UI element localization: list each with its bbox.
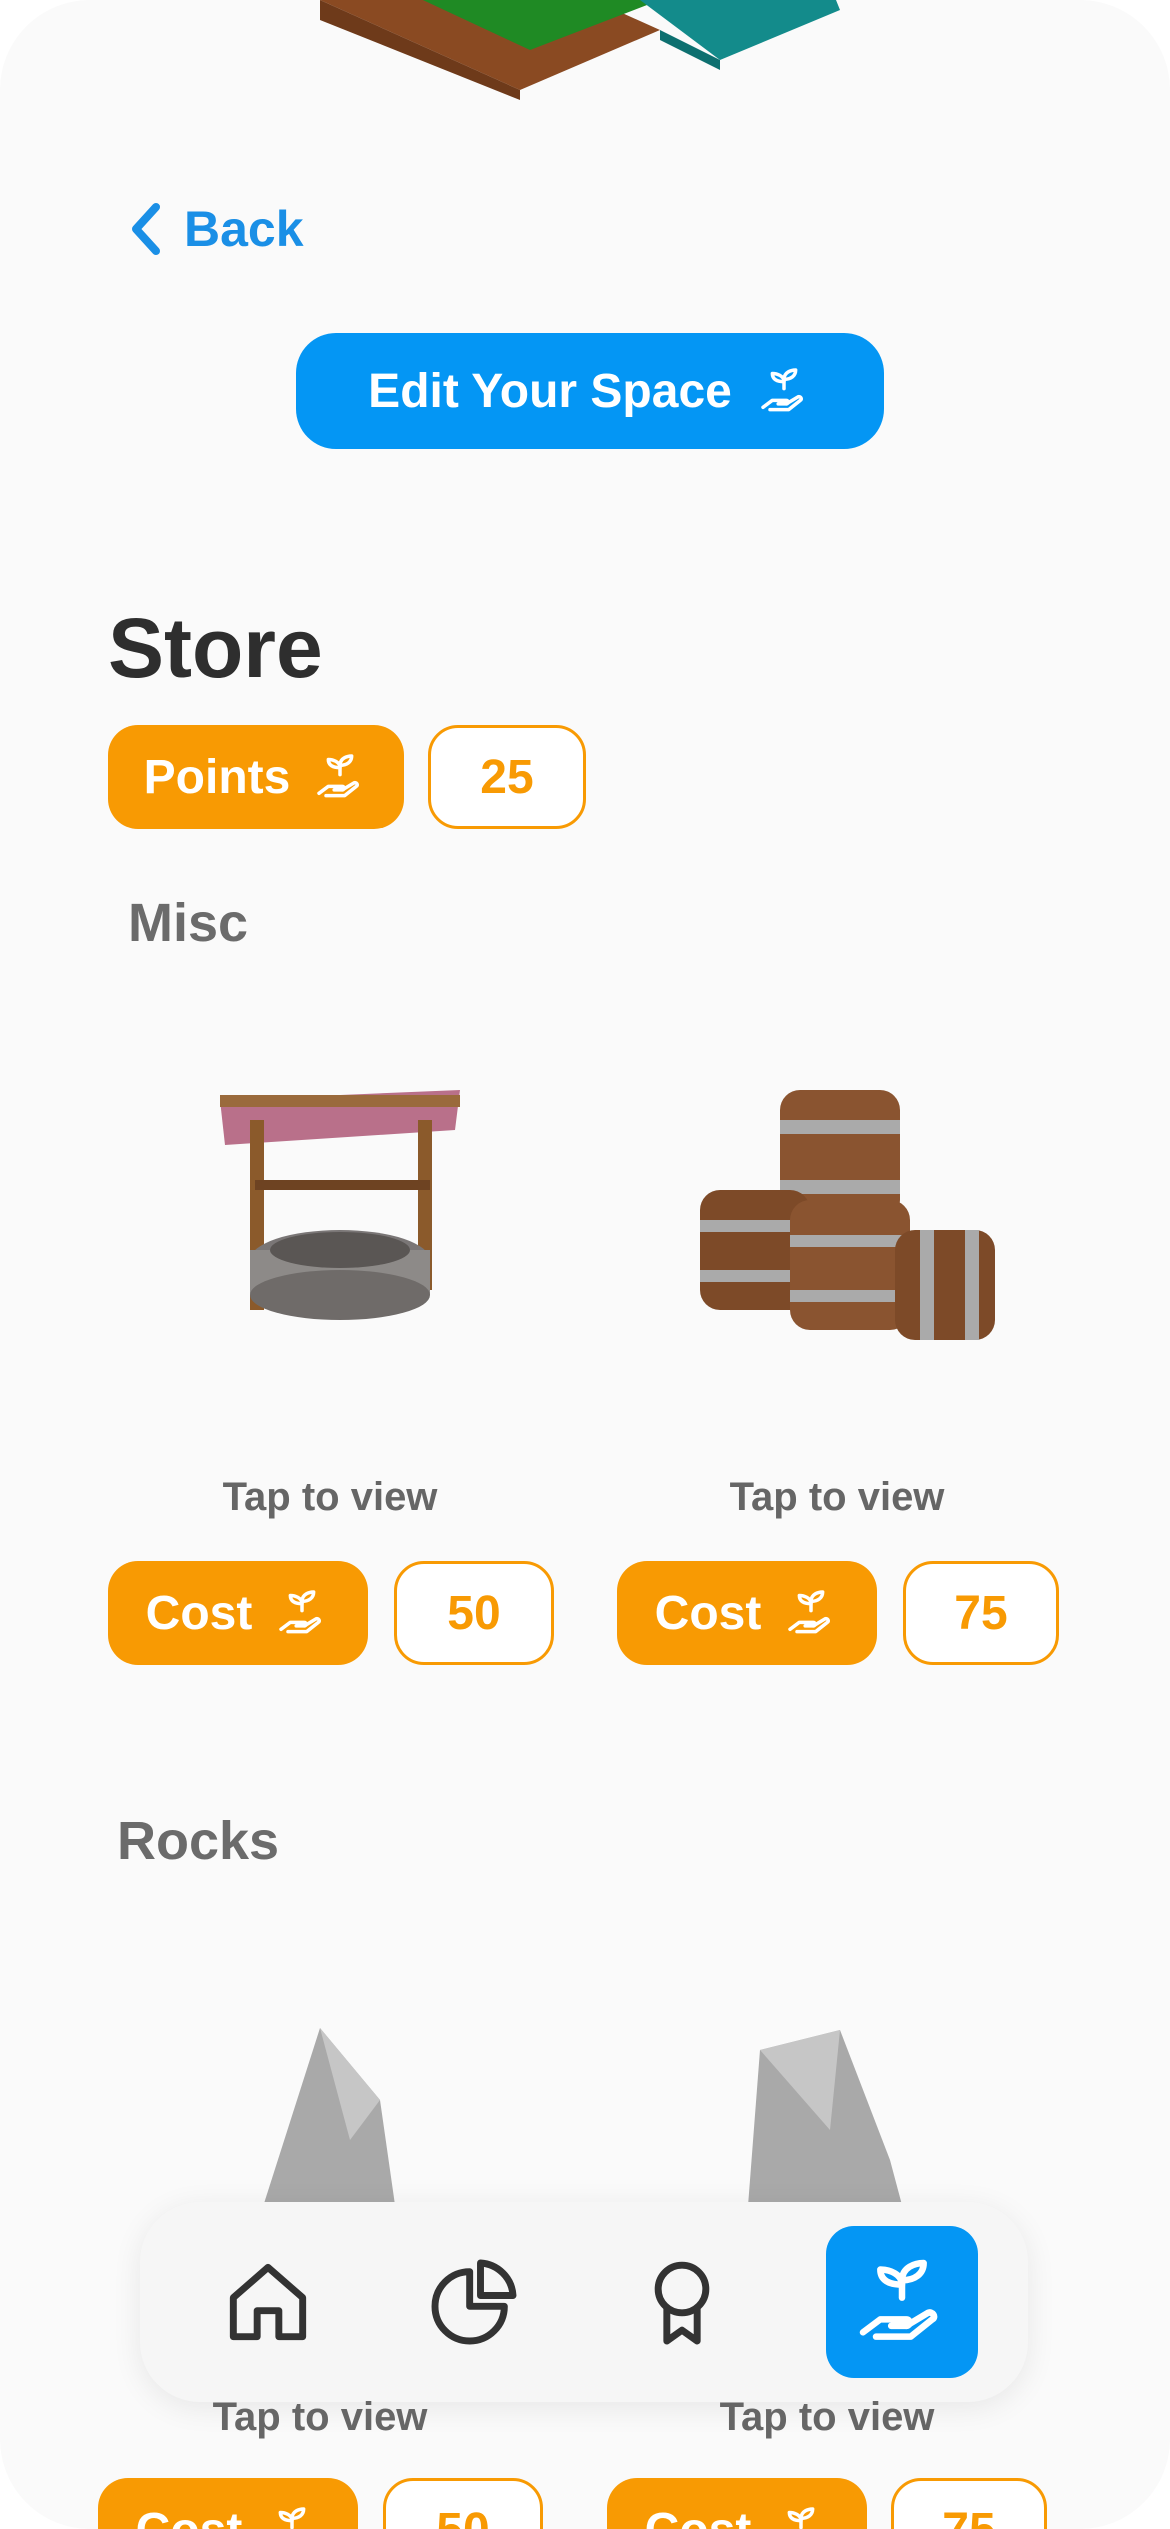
cost-badge: Cost	[617, 1561, 877, 1665]
points-label: Points	[143, 750, 291, 804]
cost-badge: Cost	[607, 2478, 867, 2529]
app-screen: Back Edit Your Space Store Points 25 Mis…	[0, 0, 1170, 2529]
tab-achievements[interactable]	[606, 2226, 758, 2378]
back-label: Back	[184, 201, 304, 257]
tap-to-view-label[interactable]: Tap to view	[100, 2395, 540, 2440]
plant-hand-icon	[787, 2507, 815, 2529]
plant-hand-icon	[859, 2259, 938, 2340]
section-title-misc: Misc	[128, 893, 249, 953]
pie-chart-icon	[431, 2259, 517, 2345]
tab-home[interactable]	[192, 2226, 344, 2378]
points-badge: Points	[108, 725, 404, 829]
home-icon	[229, 2263, 307, 2341]
section-title-rocks: Rocks	[117, 1811, 280, 1871]
cost-label: Cost	[136, 2503, 243, 2529]
tap-to-view-label[interactable]: Tap to view	[110, 1475, 550, 1520]
chevron-left-icon	[132, 203, 160, 255]
plant-hand-icon	[788, 1590, 831, 1634]
edit-space-label: Edit Your Space	[368, 364, 732, 418]
cost-value: 75	[891, 2478, 1047, 2529]
cost-label: Cost	[645, 2503, 752, 2529]
points-value: 25	[428, 725, 586, 829]
tap-to-view-label[interactable]: Tap to view	[617, 1475, 1057, 1520]
cost-label: Cost	[654, 1586, 762, 1640]
edit-space-button[interactable]: Edit Your Space	[296, 333, 884, 449]
cost-value: 75	[903, 1561, 1059, 1665]
well-item-image[interactable]	[160, 1050, 520, 1350]
tab-stats[interactable]	[398, 2226, 550, 2378]
award-icon	[654, 2261, 710, 2345]
island-image	[320, 0, 840, 100]
cost-badge: Cost	[108, 1561, 368, 1665]
store-title: Store	[108, 601, 323, 695]
cost-label: Cost	[145, 1586, 253, 1640]
tab-store[interactable]	[826, 2226, 978, 2378]
cost-value: 50	[394, 1561, 554, 1665]
plant-hand-icon	[761, 368, 803, 412]
plant-hand-icon	[279, 1590, 322, 1634]
cost-badge: Cost	[98, 2478, 358, 2529]
plant-hand-icon	[278, 2507, 306, 2529]
plant-hand-icon	[317, 754, 360, 798]
barrels-item-image[interactable]	[680, 1050, 1040, 1350]
cost-value: 50	[383, 2478, 543, 2529]
back-button[interactable]: Back	[128, 200, 304, 258]
tap-to-view-label[interactable]: Tap to view	[607, 2395, 1047, 2440]
bottom-tab-bar	[140, 2202, 1028, 2402]
